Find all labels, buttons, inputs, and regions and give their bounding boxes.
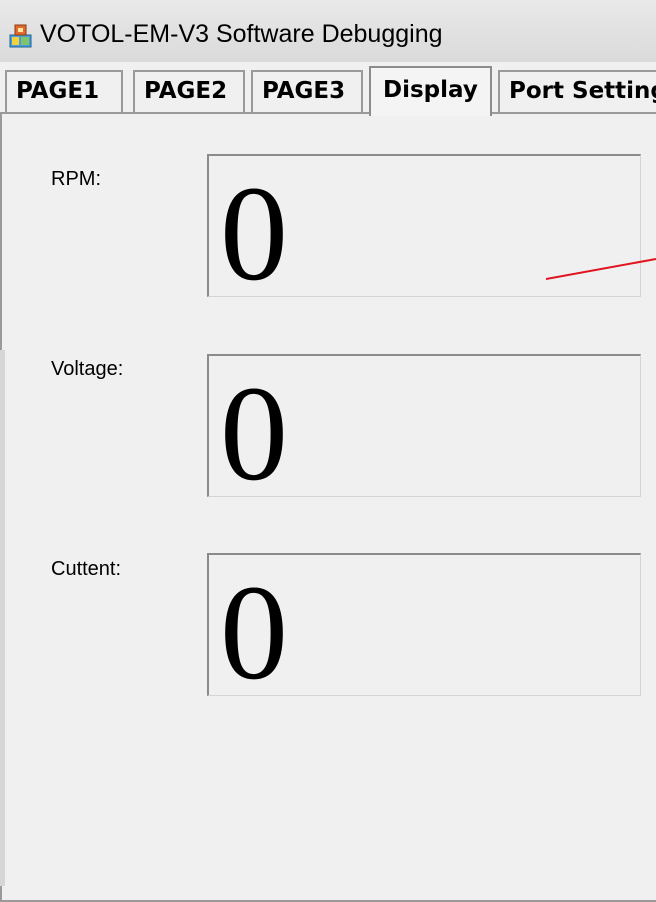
tab-page2[interactable]: PAGE2 [133, 70, 245, 112]
title-bar[interactable]: VOTOL-EM-V3 Software Debugging [0, 0, 656, 62]
tab-page3[interactable]: PAGE3 [251, 70, 363, 112]
window-title: VOTOL-EM-V3 Software Debugging [40, 20, 443, 48]
app-window: { "window": { "title": "VOTOL-EM-V3 Soft… [0, 0, 656, 902]
tab-display[interactable]: Display [369, 66, 492, 116]
app-icon[interactable] [9, 24, 32, 48]
voltage-label: Voltage: [51, 358, 124, 380]
rpm-label: RPM: [51, 168, 101, 190]
window-left-edge [0, 350, 5, 886]
current-value: 0 [220, 558, 288, 696]
tab-label: Port Setting [509, 78, 656, 104]
voltage-display: 0 [207, 354, 641, 497]
rpm-value: 0 [220, 159, 288, 297]
tab-strip: PAGE1 PAGE2 PAGE3 Display Port Setting [0, 62, 656, 116]
tab-label: PAGE3 [262, 78, 346, 104]
voltage-value: 0 [220, 359, 288, 497]
tab-label: PAGE1 [16, 78, 100, 104]
tab-port-setting[interactable]: Port Setting [498, 70, 656, 112]
tab-page1[interactable]: PAGE1 [5, 70, 123, 112]
current-display: 0 [207, 553, 641, 696]
annotation-line [546, 258, 656, 280]
current-label: Cuttent: [51, 558, 122, 580]
tab-label: Display [383, 77, 478, 103]
tab-label: PAGE2 [144, 78, 228, 104]
